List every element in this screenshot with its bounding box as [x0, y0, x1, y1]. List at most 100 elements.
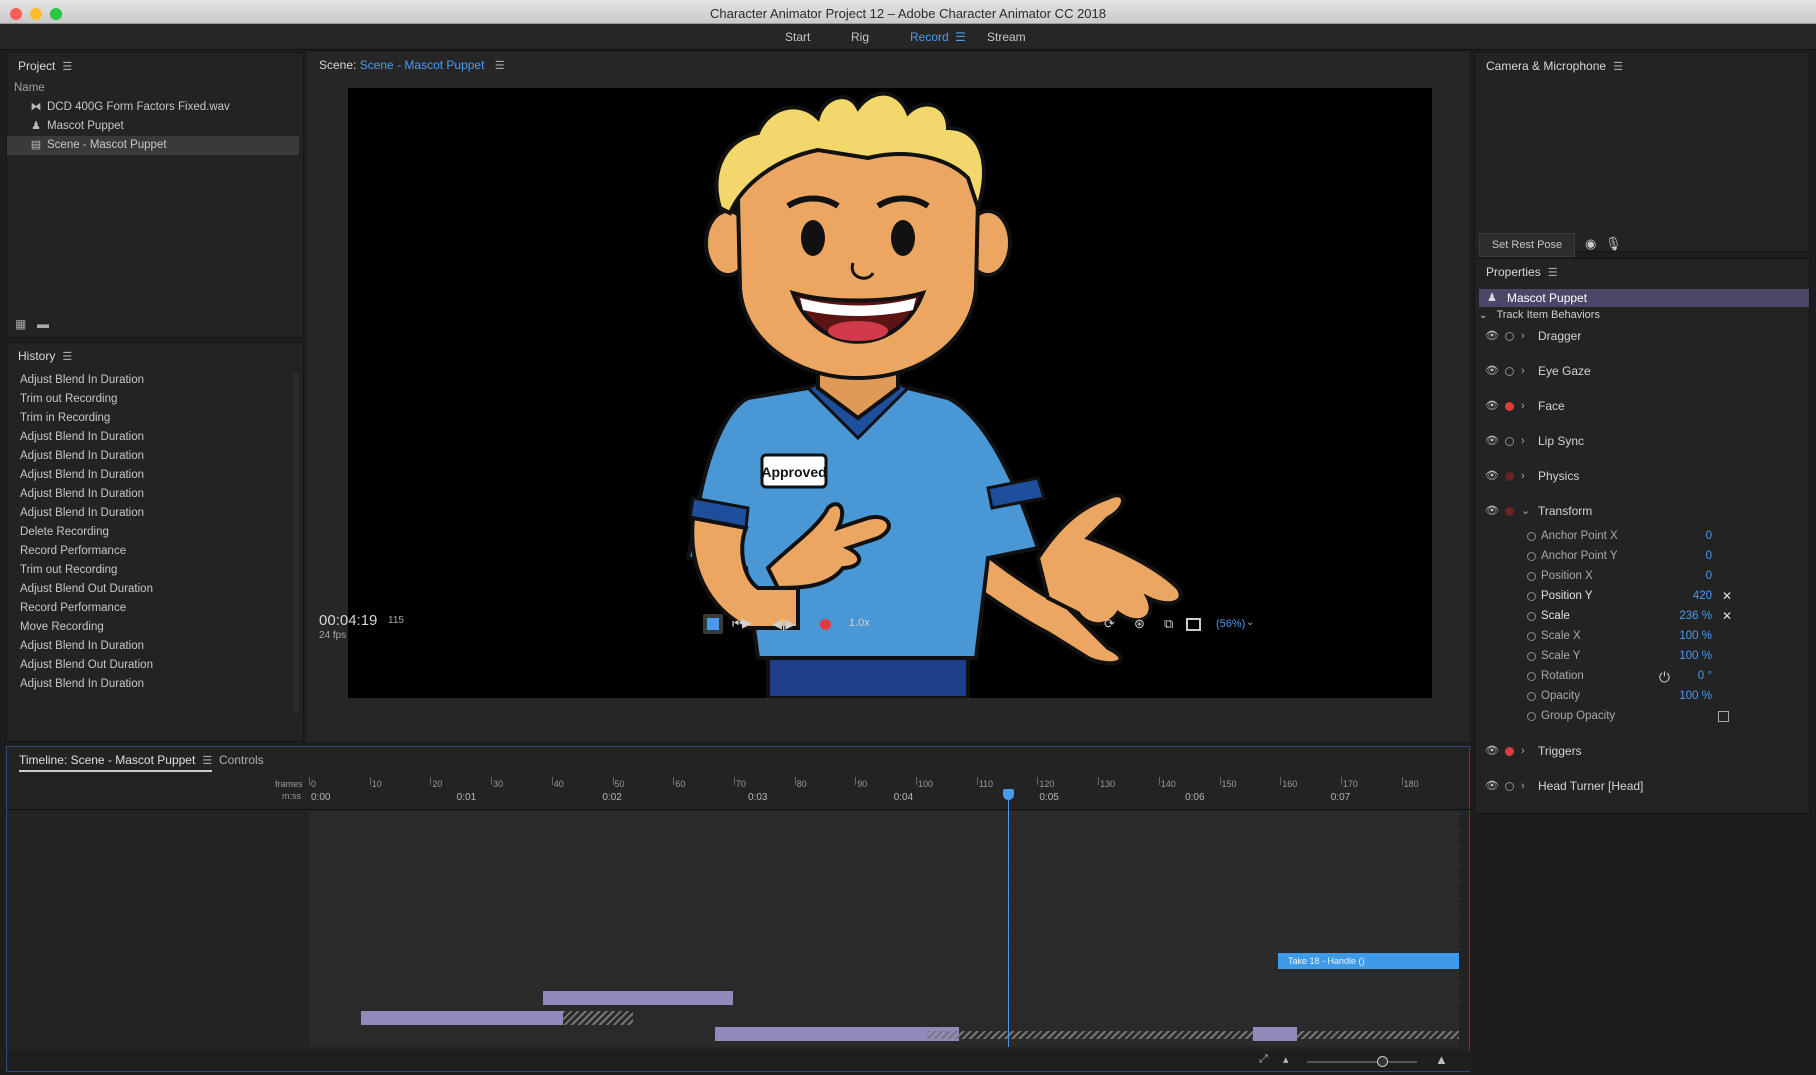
- param-position-x[interactable]: Position X0: [1475, 566, 1765, 586]
- play-icon[interactable]: ▶: [742, 615, 752, 631]
- group-opacity-checkbox[interactable]: [1718, 711, 1729, 722]
- param-opacity[interactable]: Opacity 100 %: [1475, 686, 1765, 706]
- param-position-y[interactable]: Position Y 420 ✕: [1475, 586, 1765, 606]
- history-item[interactable]: Record Performance: [7, 542, 303, 561]
- history-item[interactable]: Adjust Blend In Duration: [7, 637, 303, 656]
- expand-icon[interactable]: ⤢: [1259, 1053, 1268, 1066]
- keyframe-toggle-icon[interactable]: [1527, 592, 1536, 601]
- track-item-behaviors-header[interactable]: ⌄ Track Item Behaviors: [1479, 309, 1600, 321]
- keyframe-toggle-icon[interactable]: [1527, 632, 1536, 641]
- visibility-eye-icon[interactable]: 👁: [1485, 775, 1499, 797]
- blend-region[interactable]: [927, 1031, 1459, 1039]
- param-rotation[interactable]: Rotation 0 ° ⏻: [1475, 666, 1765, 686]
- history-item[interactable]: Adjust Blend Out Duration: [7, 656, 303, 675]
- recording-clip[interactable]: [543, 991, 733, 1005]
- record-button[interactable]: [820, 619, 831, 630]
- history-item[interactable]: Trim out Recording: [7, 561, 303, 580]
- history-item[interactable]: Adjust Blend In Duration: [7, 428, 303, 447]
- take-clip[interactable]: Take 18 - Handle (): [1278, 953, 1459, 969]
- visibility-eye-icon[interactable]: 👁: [1485, 500, 1499, 522]
- behavior-dragger[interactable]: 👁 › Dragger: [1475, 325, 1765, 347]
- keyframe-toggle-icon[interactable]: [1527, 612, 1536, 621]
- zoom-in-icon[interactable]: ▲: [1435, 1052, 1448, 1067]
- arm-status-icon[interactable]: [1505, 472, 1514, 481]
- puppet-header[interactable]: ♟ Mascot Puppet: [1479, 289, 1809, 307]
- keyframe-toggle-icon[interactable]: [1527, 572, 1536, 581]
- arm-status-icon[interactable]: [1505, 507, 1514, 516]
- visibility-eye-icon[interactable]: 👁: [1485, 430, 1499, 452]
- set-rest-pose-button[interactable]: Set Rest Pose: [1479, 233, 1575, 257]
- scene-name-link[interactable]: Scene - Mascot Puppet: [360, 58, 485, 72]
- panel-menu-icon[interactable]: ☰: [202, 754, 212, 767]
- history-item[interactable]: Delete Recording: [7, 523, 303, 542]
- keyframe-toggle-icon[interactable]: [1527, 652, 1536, 661]
- close-window-button[interactable]: [10, 8, 22, 20]
- behavior-head-turner-head-[interactable]: 👁 › Head Turner [Head]: [1475, 775, 1765, 797]
- history-item[interactable]: Adjust Blend In Duration: [7, 447, 303, 466]
- project-item-audio[interactable]: ⧓ DCD 400G Form Factors Fixed.wav: [7, 98, 303, 117]
- visibility-eye-icon[interactable]: 👁: [1485, 740, 1499, 762]
- chevron-right-icon[interactable]: ›: [1521, 325, 1525, 347]
- arm-status-icon[interactable]: [1505, 782, 1514, 791]
- tab-stream[interactable]: Stream: [987, 30, 1026, 44]
- microphone-icon[interactable]: 🎙: [1605, 236, 1622, 252]
- arm-status-icon[interactable]: [1505, 402, 1514, 411]
- chevron-down-icon[interactable]: ⌄: [1521, 500, 1530, 522]
- arm-status-icon[interactable]: [1505, 747, 1514, 756]
- timecode-display[interactable]: 00:04:19: [319, 612, 377, 629]
- playback-speed[interactable]: 1.0x: [849, 617, 870, 629]
- history-item[interactable]: Record Performance: [7, 599, 303, 618]
- behavior-eye-gaze[interactable]: 👁 › Eye Gaze: [1475, 360, 1765, 382]
- chevron-down-icon[interactable]: ⌄: [1246, 617, 1254, 628]
- zoom-level[interactable]: (56%): [1216, 618, 1245, 630]
- folder-icon[interactable]: ▬: [37, 317, 49, 331]
- recording-clip[interactable]: [715, 1027, 959, 1041]
- param-anchor-point-y[interactable]: Anchor Point Y0: [1475, 546, 1765, 566]
- zoom-out-icon[interactable]: ▴: [1283, 1053, 1289, 1066]
- frame-icon[interactable]: [1186, 618, 1201, 631]
- chevron-right-icon[interactable]: ›: [1521, 740, 1525, 762]
- playhead[interactable]: [1008, 791, 1009, 1047]
- arm-status-icon[interactable]: [1505, 332, 1514, 341]
- chevron-right-icon[interactable]: ›: [1521, 395, 1525, 417]
- behavior-lip-sync[interactable]: 👁 › Lip Sync: [1475, 430, 1765, 452]
- panel-menu-icon[interactable]: ☰: [1548, 260, 1558, 286]
- keyframe-toggle-icon[interactable]: [1527, 532, 1536, 541]
- behavior-face[interactable]: 👁 › Face: [1475, 395, 1765, 417]
- tab-controls[interactable]: Controls: [219, 753, 264, 767]
- param-anchor-point-x[interactable]: Anchor Point X0: [1475, 526, 1765, 546]
- step-forward-icon[interactable]: |▶: [782, 616, 795, 632]
- rotation-dial-icon[interactable]: ⏻: [1659, 667, 1670, 687]
- history-scrollbar[interactable]: [293, 373, 299, 713]
- keyframe-toggle-icon[interactable]: [1527, 672, 1536, 681]
- param-group-opacity[interactable]: Group Opacity: [1475, 706, 1765, 726]
- onion-skin-icon[interactable]: ⊛: [1134, 616, 1145, 632]
- display-icon[interactable]: ⧉: [1164, 616, 1173, 632]
- behavior-physics[interactable]: 👁 › Physics: [1475, 465, 1765, 487]
- visibility-eye-icon[interactable]: 👁: [1485, 360, 1499, 382]
- history-item[interactable]: Trim out Recording: [7, 390, 303, 409]
- history-item[interactable]: Adjust Blend Out Duration: [7, 580, 303, 599]
- history-item[interactable]: Adjust Blend In Duration: [7, 466, 303, 485]
- chevron-right-icon[interactable]: ›: [1521, 775, 1525, 797]
- param-scale-y[interactable]: Scale Y 100 %: [1475, 646, 1765, 666]
- behavior-triggers[interactable]: 👁 › Triggers: [1475, 740, 1765, 762]
- keyframe-toggle-icon[interactable]: [1527, 692, 1536, 701]
- tab-start[interactable]: Start: [785, 30, 810, 44]
- panel-menu-icon[interactable]: ☰: [62, 344, 72, 370]
- project-item-puppet[interactable]: ♟ Mascot Puppet: [7, 117, 303, 136]
- visibility-eye-icon[interactable]: 👁: [1485, 395, 1499, 417]
- timeline-ruler[interactable]: 0 10 20 30 40 50 60 70 80 90 100 110 120 130 140 150 160…: [309, 775, 1459, 807]
- project-item-scene[interactable]: ▤ Scene - Mascot Puppet: [7, 136, 299, 155]
- chevron-right-icon[interactable]: ›: [1521, 360, 1525, 382]
- visibility-eye-icon[interactable]: 👁: [1485, 465, 1499, 487]
- reset-param-icon[interactable]: ✕: [1722, 586, 1732, 606]
- arm-status-icon[interactable]: [1505, 367, 1514, 376]
- visibility-eye-icon[interactable]: 👁: [1485, 325, 1499, 347]
- new-scene-icon[interactable]: ▦: [15, 317, 26, 331]
- history-item[interactable]: Adjust Blend In Duration: [7, 371, 303, 390]
- reset-param-icon[interactable]: ✕: [1722, 606, 1732, 626]
- chevron-right-icon[interactable]: ›: [1521, 465, 1525, 487]
- recording-clip[interactable]: [361, 1011, 563, 1025]
- stop-button[interactable]: [707, 618, 719, 630]
